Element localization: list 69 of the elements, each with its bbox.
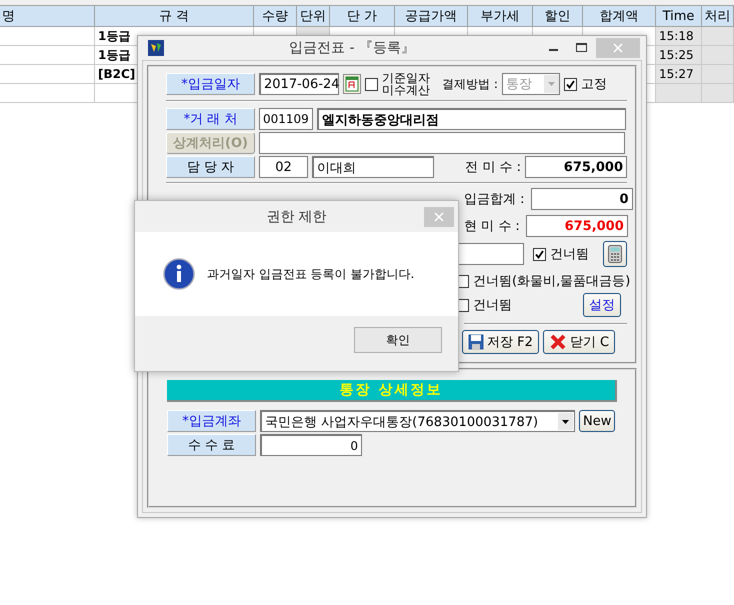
checkbox[interactable] [365,78,378,90]
checkbox-label: 건너뜀(화물비,물품대금등) [473,274,630,288]
date-field[interactable]: 2017-06-24 [259,73,339,95]
field-label: 담 당 자 [166,156,255,178]
field-label: *거 래 처 [166,108,255,130]
calculator-button[interactable] [603,241,627,267]
table-cell [702,27,734,46]
client-code-field[interactable]: 001109 [259,108,313,130]
field-label: 수 수 료 [167,434,256,456]
table-cell [702,84,734,103]
column-header[interactable]: Time [656,6,702,27]
column-header[interactable]: 처리 [702,6,734,27]
offset-field[interactable] [259,132,625,154]
checkbox-label: 고정 [580,78,607,90]
alert-message: 과거일자 입금전표 등록이 불가합니다. [207,266,414,282]
column-header[interactable]: 합계액 [583,6,656,27]
table-cell: 15:27 [656,65,702,84]
table-cell: 15:18 [656,27,702,46]
calculator-icon [608,245,622,263]
table-cell [702,46,734,65]
caret-icon [558,413,573,430]
field-label: *입금일자 [166,73,255,95]
checkbox[interactable] [564,78,577,90]
column-header[interactable]: 명 [0,6,95,27]
column-header[interactable]: 단 가 [330,6,395,27]
close-icon [548,333,567,351]
input-field[interactable] [458,243,524,265]
maximize-icon [576,43,588,53]
column-header[interactable]: 공급가액 [395,6,468,27]
ok-button[interactable]: 확인 [354,327,442,353]
field-label: 입금합계 : [464,191,525,208]
column-header[interactable]: 할인 [533,6,583,27]
column-header[interactable]: 규 격 [95,6,254,27]
close-button[interactable]: 닫기 C [542,330,616,354]
settings-button[interactable]: 설정 [583,293,621,317]
save-button[interactable]: 저장 F2 [462,330,539,354]
section-banner: 통장 상세정보 [167,380,617,402]
column-header[interactable]: 수량 [254,6,297,27]
client-name-field[interactable]: 엘지하동중앙대리점 [317,108,626,130]
close-icon [613,43,623,53]
field-label: 전 미 수 : [465,159,521,176]
app-icon [148,40,164,56]
field-label: 현 미 수 : [464,218,520,235]
caret-icon [544,75,559,93]
table-cell [656,84,702,103]
table-cell: 15:25 [656,46,702,65]
window-title: 입금전표 - 『등록』 [288,39,416,57]
checkbox-label: 건너뜀 [550,248,589,260]
close-icon [434,212,444,222]
manager-name-field[interactable]: 이대희 [312,156,434,178]
checkbox-label: 기준일자 미수계산 [382,72,430,96]
manager-code-field[interactable]: 02 [259,156,308,178]
field-label: *입금계좌 [167,410,256,432]
column-header[interactable]: 단위 [297,6,330,27]
column-header[interactable]: 부가세 [468,6,533,27]
alert-title: 권한 제한 [265,208,328,226]
balance-field: 675,000 [526,215,628,237]
balance-field: 675,000 [525,156,627,178]
new-button[interactable]: New [579,410,616,432]
checkbox-label: 건너뜀 [473,298,512,312]
checkbox[interactable] [533,248,546,260]
fee-field[interactable]: 0 [260,434,362,456]
account-dropdown[interactable]: 국민은행 사업자우대통장(76830100031787) [260,410,575,432]
floppy-icon [468,334,484,350]
calendar-icon[interactable] [343,74,361,94]
table-cell [702,65,734,84]
field-label: 결제방법 : [442,76,498,92]
info-icon [163,258,195,290]
total-field: 0 [530,188,633,210]
